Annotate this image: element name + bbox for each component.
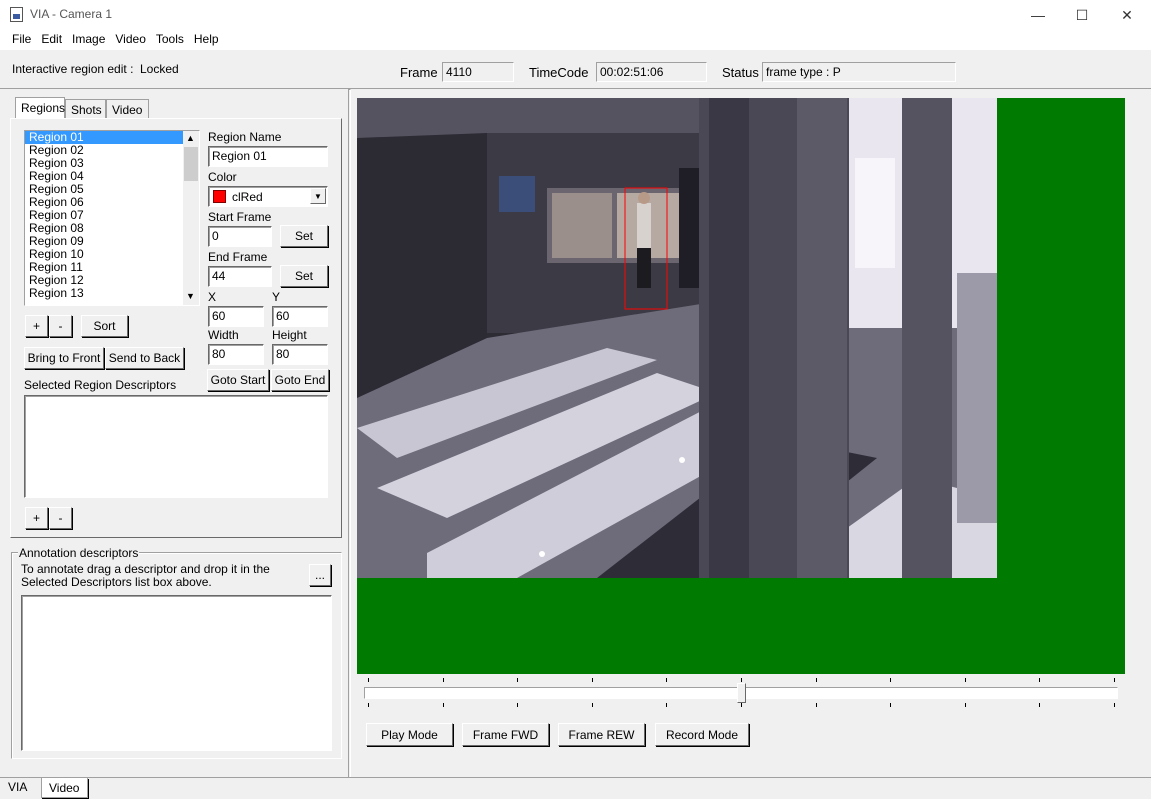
status-value: frame type : P (762, 62, 956, 82)
bring-to-front-button[interactable]: Bring to Front (24, 347, 104, 369)
video-frame[interactable] (357, 98, 997, 578)
region-list-scrollbar[interactable]: ▲ ▼ (183, 131, 199, 305)
start-frame-field[interactable]: 0 (208, 226, 272, 247)
menu-help[interactable]: Help (189, 30, 224, 50)
minimize-button[interactable]: — (1015, 0, 1061, 30)
bottom-divider (0, 777, 1151, 778)
annotation-hint: To annotate drag a descriptor and drop i… (21, 562, 270, 589)
send-to-back-button[interactable]: Send to Back (105, 347, 184, 369)
frame-label: Frame (400, 65, 438, 80)
menu-edit[interactable]: Edit (36, 30, 67, 50)
menu-bar: File Edit Image Video Tools Help (0, 30, 1151, 50)
tab-video[interactable]: Video (106, 99, 149, 119)
color-label: Color (208, 170, 237, 184)
title-bar: VIA - Camera 1 — ☐ ✕ (0, 0, 1151, 30)
color-select-value: clRed (232, 190, 263, 204)
end-frame-label: End Frame (208, 250, 268, 264)
color-select[interactable]: clRed ▼ (208, 186, 328, 207)
y-field[interactable]: 60 (272, 306, 328, 327)
timeline-slider-thumb[interactable] (737, 683, 746, 703)
play-mode-button[interactable]: Play Mode (366, 723, 453, 746)
set-end-button[interactable]: Set (280, 265, 328, 287)
maximize-button[interactable]: ☐ (1059, 0, 1105, 30)
tab-regions[interactable]: Regions (15, 97, 65, 119)
end-frame-field[interactable]: 44 (208, 266, 272, 287)
bottom-tab-via[interactable]: VIA (3, 779, 41, 797)
timecode-value: 00:02:51:06 (596, 62, 707, 82)
menu-tools[interactable]: Tools (151, 30, 189, 50)
menu-file[interactable]: File (7, 30, 36, 50)
annotation-more-button[interactable]: ... (309, 564, 331, 586)
toolbar-divider (0, 88, 1151, 89)
region-name-label: Region Name (208, 130, 282, 144)
bottom-tab-video[interactable]: Video (41, 778, 88, 798)
scroll-up-icon[interactable]: ▲ (186, 133, 195, 143)
frame-rew-button[interactable]: Frame REW (558, 723, 645, 746)
width-field[interactable]: 80 (208, 344, 264, 365)
x-label: X (208, 290, 217, 304)
goto-start-button[interactable]: Goto Start (207, 369, 269, 391)
interactive-edit-value: Locked (140, 62, 179, 76)
add-region-button[interactable]: + (25, 315, 48, 337)
region-name-field[interactable]: Region 01 (208, 146, 328, 167)
annotation-group-label: Annotation descriptors (18, 546, 140, 560)
scroll-down-icon[interactable]: ▼ (186, 291, 195, 301)
timecode-label: TimeCode (529, 65, 589, 80)
start-frame-label: Start Frame (208, 210, 272, 224)
frame-value: 4110 (442, 62, 514, 82)
menu-video[interactable]: Video (110, 30, 150, 50)
remove-region-button[interactable]: - (49, 315, 72, 337)
remove-descriptor-button[interactable]: - (49, 507, 72, 529)
list-item[interactable]: Region 13 (25, 287, 199, 300)
height-label: Height (272, 328, 307, 342)
frame-fwd-button[interactable]: Frame FWD (462, 723, 549, 746)
x-field[interactable]: 60 (208, 306, 264, 327)
panel-splitter[interactable] (348, 89, 351, 778)
record-mode-button[interactable]: Record Mode (655, 723, 749, 746)
tab-shots[interactable]: Shots (65, 99, 106, 119)
add-descriptor-button[interactable]: + (25, 507, 48, 529)
y-label: Y (272, 290, 281, 304)
timeline-ticks-bottom (364, 703, 1118, 709)
app-icon (10, 7, 23, 22)
interactive-edit-label: Interactive region edit : (12, 62, 134, 76)
window-title: VIA - Camera 1 (30, 7, 113, 21)
chevron-down-icon[interactable]: ▼ (310, 188, 326, 204)
goto-end-button[interactable]: Goto End (271, 369, 329, 391)
menu-image[interactable]: Image (67, 30, 110, 50)
camera-frame-image (357, 98, 997, 578)
close-button[interactable]: ✕ (1104, 0, 1150, 30)
selected-descriptors-list[interactable] (24, 395, 328, 498)
width-label: Width (208, 328, 239, 342)
sort-button[interactable]: Sort (81, 315, 128, 337)
status-label: Status (722, 65, 759, 80)
selected-descriptors-label: Selected Region Descriptors (24, 378, 177, 392)
scroll-thumb[interactable] (184, 147, 198, 181)
color-swatch (213, 190, 226, 203)
height-field[interactable]: 80 (272, 344, 328, 365)
set-start-button[interactable]: Set (280, 225, 328, 247)
annotation-descriptor-list[interactable] (21, 595, 332, 751)
region-list[interactable]: Region 01 Region 02 Region 03 Region 04 … (24, 130, 200, 306)
